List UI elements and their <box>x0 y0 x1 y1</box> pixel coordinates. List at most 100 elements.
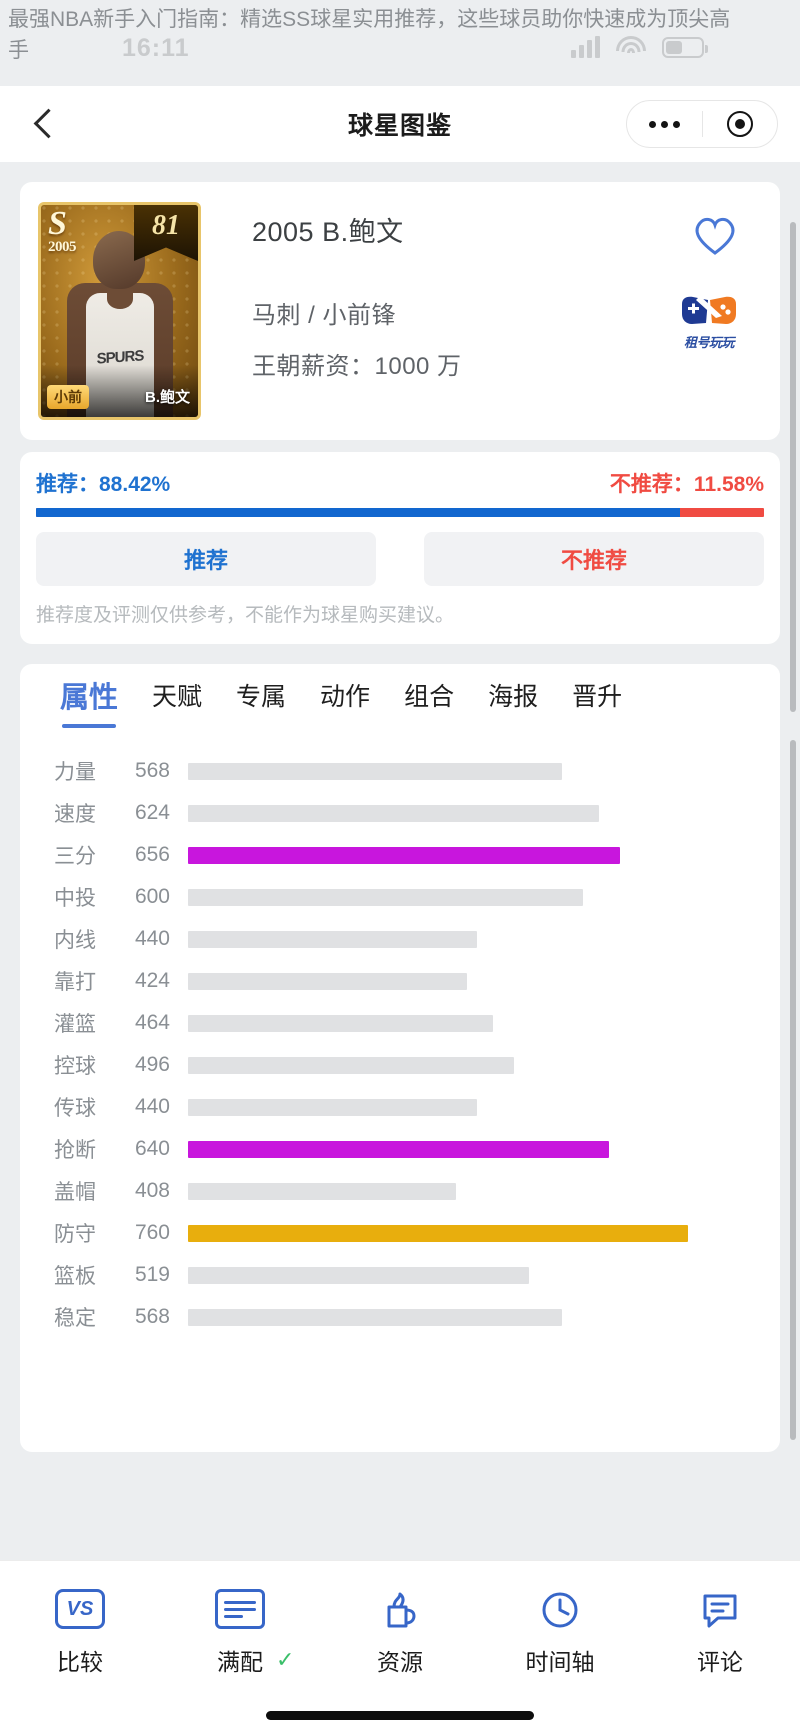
attribute-value: 424 <box>134 969 170 992</box>
brand-label: 租号玩玩 <box>683 335 735 350</box>
attribute-bar-fill <box>188 1140 610 1158</box>
attribute-bar-track <box>188 1140 688 1158</box>
attribute-bar-track <box>188 1056 688 1074</box>
attribute-bar-fill <box>188 972 467 990</box>
recommend-value: 88.42% <box>99 473 171 496</box>
attribute-name: 篮板 <box>54 1265 96 1288</box>
attribute-bar-track <box>188 804 688 822</box>
attribute-bar-track <box>188 972 688 990</box>
attribute-name: 抢断 <box>54 1139 96 1162</box>
tab-label: 天赋 <box>152 683 203 711</box>
toolbar-item-label: 评论 <box>697 1649 743 1675</box>
calculator-box <box>215 1589 265 1629</box>
attribute-bar-fill <box>188 846 620 864</box>
scrollbar-top[interactable] <box>790 222 796 712</box>
attribute-name: 灌篮 <box>54 1013 96 1036</box>
more-dots-icon <box>648 120 680 128</box>
target-icon <box>726 111 753 137</box>
attribute-bar-fill <box>188 1224 688 1242</box>
player-name: 2005 B.鲍文 <box>252 217 404 247</box>
attribute-value: 656 <box>134 843 170 866</box>
attribute-name: 中投 <box>54 887 96 910</box>
tab-天赋[interactable]: 天赋 <box>152 677 202 725</box>
not-recommend-button[interactable]: 不推荐 <box>424 532 764 586</box>
attribute-value: 568 <box>134 1305 170 1328</box>
resource-icon <box>376 1583 424 1635</box>
toolbar-item-满配[interactable]: 满配 ✓ <box>160 1583 320 1677</box>
toolbar-item-评论[interactable]: 评论 <box>640 1583 800 1677</box>
attribute-name: 靠打 <box>54 971 96 994</box>
attribute-row: 三分 656 <box>20 834 780 876</box>
attribute-row: 防守 760 <box>20 1212 780 1254</box>
attribute-value: 519 <box>134 1263 170 1286</box>
tab-晋升[interactable]: 晋升 <box>572 677 622 725</box>
heart-icon[interactable] <box>692 214 738 256</box>
tab-海报[interactable]: 海报 <box>488 677 538 725</box>
vs-box: VS <box>55 1589 105 1629</box>
attribute-value: 568 <box>134 759 170 782</box>
tab-属性[interactable]: 属性 <box>60 674 118 728</box>
attribute-name: 速度 <box>54 803 96 826</box>
tab-专属[interactable]: 专属 <box>236 677 286 725</box>
wechat-capsule[interactable] <box>626 100 778 148</box>
toolbar-item-资源[interactable]: 资源 <box>320 1583 480 1677</box>
attribute-value: 440 <box>134 927 170 950</box>
toolbar-item-label: 满配 <box>217 1649 263 1675</box>
attribute-bar-fill <box>188 930 478 948</box>
attribute-bar-fill <box>188 1056 515 1074</box>
scrollbar-bottom[interactable] <box>790 740 796 1440</box>
attribute-row: 力量 568 <box>20 750 780 792</box>
attribute-name: 三分 <box>54 845 96 868</box>
card-rarity: S 2005 <box>48 207 100 256</box>
attribute-bar-fill <box>188 1014 494 1032</box>
toolbar-item-比较[interactable]: VS 比较 <box>0 1583 160 1677</box>
brand-logo[interactable]: 租号玩玩 <box>666 290 752 351</box>
toolbar-item-时间轴[interactable]: 时间轴 <box>480 1583 640 1677</box>
attribute-value: 464 <box>134 1011 170 1034</box>
attribute-bar-fill <box>188 1098 478 1116</box>
recommend-button[interactable]: 推荐 <box>36 532 376 586</box>
attribute-bar-track <box>188 1098 688 1116</box>
attribute-bar-track <box>188 930 688 948</box>
attribute-value: 440 <box>134 1095 170 1118</box>
more-button[interactable] <box>627 120 702 128</box>
clock-icon <box>536 1583 584 1635</box>
attribute-bar-fill <box>188 1308 562 1326</box>
attribute-name: 稳定 <box>54 1307 96 1330</box>
attribute-bar-track <box>188 1224 688 1242</box>
attribute-bar-track <box>188 762 688 780</box>
recommend-label: 推荐： <box>36 473 99 496</box>
tab-fade <box>746 664 780 738</box>
tab-组合[interactable]: 组合 <box>404 677 454 725</box>
tab-bar[interactable]: 属性 天赋 专属 动作 组合 海报 晋升 <box>20 664 780 738</box>
attribute-row: 控球 496 <box>20 1044 780 1086</box>
not-recommend-percent: 不推荐：11.58% <box>610 468 764 498</box>
close-mini-program-button[interactable] <box>703 111 778 137</box>
attribute-row: 篮板 519 <box>20 1254 780 1296</box>
attribute-bar-track <box>188 1266 688 1284</box>
attribute-name: 盖帽 <box>54 1181 96 1204</box>
check-icon: ✓ <box>276 1647 295 1672</box>
attribute-bar-fill <box>188 762 562 780</box>
recommendation-progress-bar <box>36 508 764 517</box>
attribute-row: 速度 624 <box>20 792 780 834</box>
tab-label: 动作 <box>320 683 371 711</box>
attribute-row: 稳定 568 <box>20 1296 780 1338</box>
tab-动作[interactable]: 动作 <box>320 677 370 725</box>
attribute-row: 抢断 640 <box>20 1128 780 1170</box>
attribute-list: 力量 568 速度 624 三分 656 中投 600 内线 440 靠打 424 灌篮 464 控球 496… <box>20 750 780 1338</box>
article-title: 最强NBA新手入门指南：精选SS球星实用推荐，这些球员助你快速成为顶尖高手 <box>8 8 731 62</box>
not-recommend-value: 11.58% <box>693 473 764 496</box>
attribute-bar-fill <box>188 1182 457 1200</box>
attribute-bar-track <box>188 888 688 906</box>
home-indicator <box>266 1711 534 1720</box>
attribute-bar-track <box>188 1014 688 1032</box>
attribute-row: 盖帽 408 <box>20 1170 780 1212</box>
attribute-name: 防守 <box>54 1223 96 1246</box>
bottom-toolbar: VS 比较 满配 ✓ 资源 时间轴 评论 <box>0 1560 800 1734</box>
attribute-name: 传球 <box>54 1097 96 1120</box>
recommendation-note: 推荐度及评测仅供参考，不能作为球星购买建议。 <box>36 605 455 626</box>
attribute-row: 传球 440 <box>20 1086 780 1128</box>
attribute-value: 408 <box>134 1179 170 1202</box>
card-position-badge: 小前 <box>47 385 89 409</box>
